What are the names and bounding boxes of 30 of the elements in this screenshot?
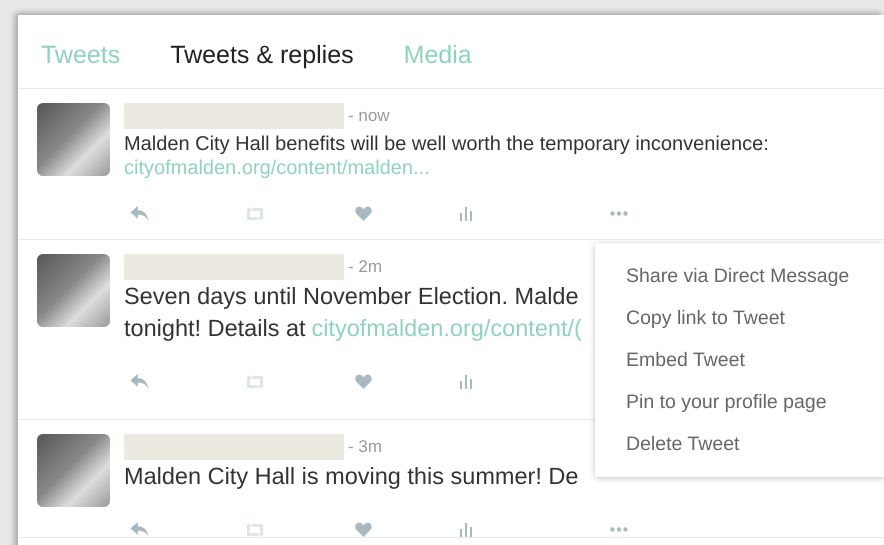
reply-icon[interactable] bbox=[130, 206, 150, 221]
tweet-time: - 2m bbox=[348, 257, 382, 277]
bar-chart-icon[interactable] bbox=[460, 522, 472, 536]
avatar-photo-placeholder[interactable] bbox=[37, 434, 110, 507]
heart-icon[interactable] bbox=[355, 522, 372, 537]
avatar-photo-placeholder[interactable] bbox=[37, 103, 110, 176]
reply-icon[interactable] bbox=[130, 374, 150, 389]
menu-item[interactable]: Pin to your profile page bbox=[595, 381, 884, 423]
tweet-text: tonight! Details at bbox=[124, 315, 306, 341]
retweet-icon[interactable] bbox=[245, 206, 265, 220]
tweet-time: - now bbox=[348, 106, 390, 126]
more-icon[interactable] bbox=[610, 527, 628, 532]
retweet-icon[interactable] bbox=[245, 374, 265, 388]
menu-item[interactable]: Embed Tweet bbox=[595, 339, 884, 381]
heart-icon[interactable] bbox=[355, 206, 372, 221]
tweet-time: - 3m bbox=[348, 437, 382, 457]
heart-icon[interactable] bbox=[355, 374, 372, 389]
menu-item[interactable]: Delete Tweet bbox=[595, 423, 884, 465]
reply-icon[interactable] bbox=[130, 522, 150, 537]
profile-tab[interactable]: Tweets & replies bbox=[170, 39, 354, 71]
tweet-text: Malden City Hall benefits will be well worth the temporary inconvenience: bbox=[124, 133, 769, 155]
tweet-text: Malden City Hall is moving this summer! De bbox=[124, 463, 578, 489]
menu-item[interactable]: Share via Direct Message bbox=[595, 255, 884, 297]
more-icon[interactable] bbox=[610, 211, 628, 216]
bar-chart-icon[interactable] bbox=[460, 374, 472, 388]
avatar-photo-placeholder[interactable] bbox=[37, 254, 110, 327]
bar-chart-icon[interactable] bbox=[460, 206, 472, 220]
retweet-icon[interactable] bbox=[245, 522, 265, 536]
menu-item[interactable]: Copy link to Tweet bbox=[595, 297, 884, 339]
tweet-text: Seven days until November Election. Malde bbox=[124, 283, 579, 309]
